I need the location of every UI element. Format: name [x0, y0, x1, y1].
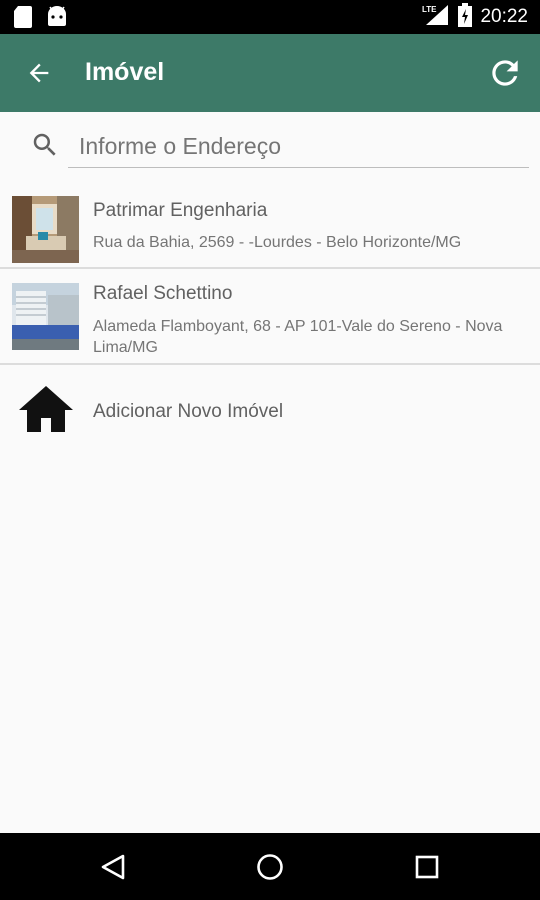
page-title: Imóvel	[85, 58, 165, 86]
home-circle-icon	[257, 854, 283, 880]
navigation-bar	[0, 833, 540, 900]
property-thumbnail	[12, 283, 79, 350]
refresh-icon	[492, 60, 518, 86]
search-icon	[33, 133, 56, 156]
back-triangle-icon	[101, 854, 125, 880]
property-thumbnail	[12, 196, 79, 263]
nav-home-button[interactable]	[252, 849, 288, 885]
home-icon	[19, 386, 73, 432]
sd-card-icon	[14, 6, 32, 33]
status-bar: LTE 20:22	[0, 0, 540, 34]
property-name: Patrimar Engenharia	[93, 200, 268, 221]
recents-square-icon	[415, 855, 439, 879]
back-button[interactable]	[22, 56, 56, 90]
signal-icon: LTE	[422, 3, 450, 32]
add-property-button[interactable]: Adicionar Novo Imóvel	[0, 367, 540, 455]
search-input[interactable]	[68, 126, 529, 168]
android-icon	[46, 6, 68, 33]
battery-icon	[458, 2, 473, 32]
add-property-label: Adicionar Novo Imóvel	[93, 401, 284, 422]
property-list: Patrimar Engenharia Rua da Bahia, 2569 -…	[0, 186, 540, 365]
nav-recents-button[interactable]	[409, 849, 445, 885]
property-name: Rafael Schettino	[93, 283, 233, 304]
app-bar: Imóvel	[0, 34, 540, 112]
list-item[interactable]: Rafael Schettino Alameda Flamboyant, 68 …	[0, 269, 540, 365]
property-address: Alameda Flamboyant, 68 - AP 101-Vale do …	[93, 318, 503, 356]
network-label: LTE	[422, 5, 437, 14]
arrow-back-icon	[29, 63, 49, 83]
search-bar	[0, 112, 540, 172]
nav-back-button[interactable]	[96, 849, 132, 885]
property-address: Rua da Bahia, 2569 - -Lourdes - Belo Hor…	[93, 234, 462, 251]
refresh-button[interactable]	[486, 54, 524, 92]
clock: 20:22	[480, 6, 528, 27]
list-item[interactable]: Patrimar Engenharia Rua da Bahia, 2569 -…	[0, 186, 540, 269]
